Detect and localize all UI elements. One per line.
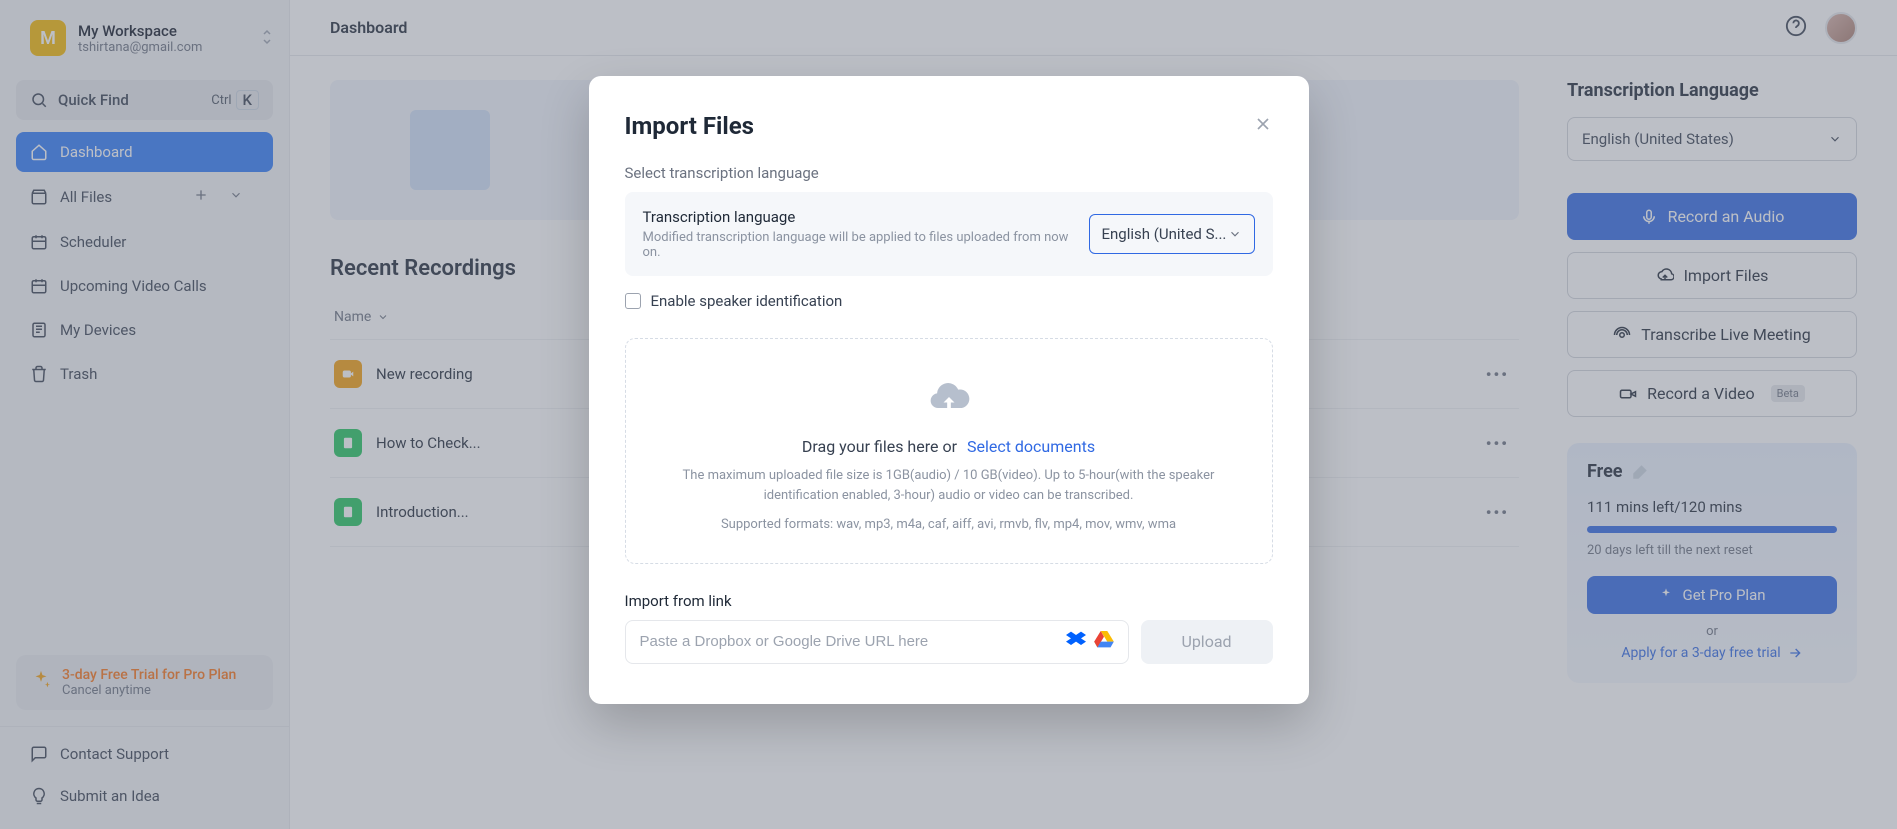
import-files-modal: Import Files Select transcription langua… — [589, 76, 1309, 704]
link-input-wrapper — [625, 620, 1129, 664]
link-url-input[interactable] — [640, 633, 1066, 650]
select-documents-link[interactable]: Select documents — [967, 437, 1095, 456]
lang-label: Transcription language — [643, 208, 1089, 226]
dropzone[interactable]: Drag your files here or Select documents… — [625, 338, 1273, 564]
gdrive-icon — [1094, 631, 1114, 653]
checkbox-icon — [625, 293, 641, 309]
speaker-id-checkbox[interactable]: Enable speaker identification — [625, 292, 1273, 310]
modal-overlay[interactable]: Import Files Select transcription langua… — [0, 0, 1897, 829]
modal-subtitle: Select transcription language — [625, 164, 1273, 182]
upload-button[interactable]: Upload — [1141, 620, 1273, 664]
checkbox-label: Enable speaker identification — [651, 292, 843, 310]
modal-title: Import Files — [625, 112, 1253, 140]
cloud-upload-icon — [650, 375, 1248, 419]
button-label: Upload — [1181, 632, 1231, 651]
dropzone-meta1: The maximum uploaded file size is 1GB(au… — [650, 466, 1248, 505]
import-link-heading: Import from link — [625, 592, 1273, 610]
lang-desc: Modified transcription language will be … — [643, 230, 1089, 260]
language-value: English (United S... — [1102, 225, 1227, 243]
dropbox-icon — [1066, 631, 1086, 653]
language-box: Transcription language Modified transcri… — [625, 192, 1273, 276]
close-icon[interactable] — [1253, 114, 1273, 138]
dropzone-meta2: Supported formats: wav, mp3, m4a, caf, a… — [650, 515, 1248, 535]
dropzone-text: Drag your files here or Select documents — [650, 437, 1248, 456]
modal-language-select[interactable]: English (United S... — [1089, 214, 1255, 254]
